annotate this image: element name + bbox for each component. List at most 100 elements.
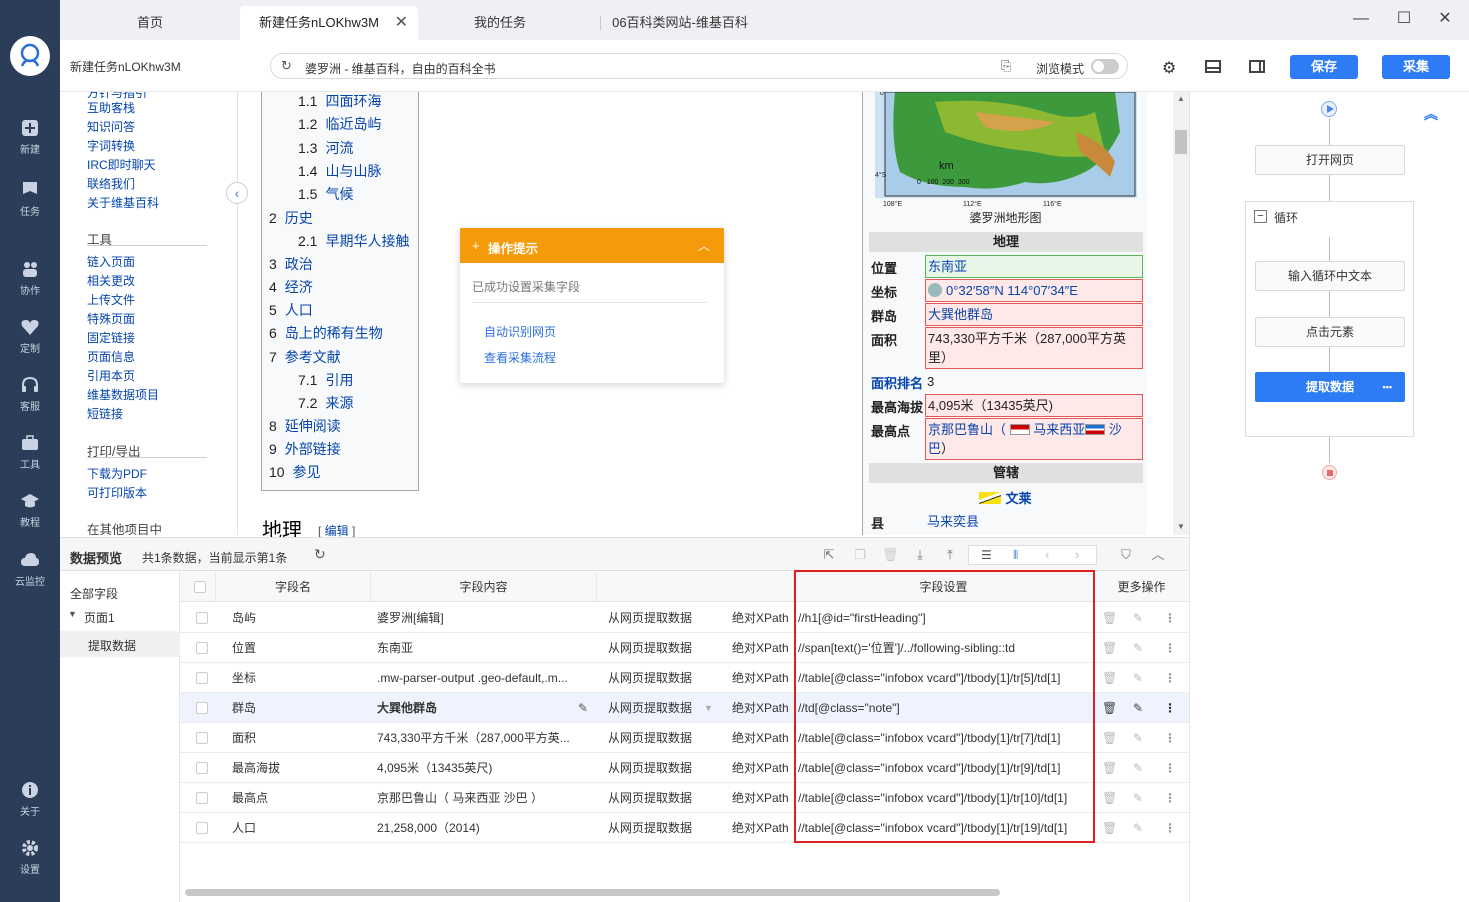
wiki-link[interactable]: 关于维基百科 bbox=[87, 194, 159, 211]
field-content-cell[interactable]: 大巽他群岛 bbox=[377, 693, 577, 723]
infobox-value-area[interactable]: 743,330平方千米（287,000平方英里） bbox=[925, 327, 1143, 369]
row-checkbox[interactable] bbox=[196, 612, 208, 624]
save-button[interactable]: 保存 bbox=[1290, 55, 1358, 79]
nav-new[interactable]: 新建 bbox=[0, 118, 60, 156]
tab-close-icon[interactable]: ✕ bbox=[395, 6, 408, 40]
source-cell[interactable]: 从网页提取数据 bbox=[608, 663, 718, 693]
row-xpath-edit-icon[interactable]: ✎ bbox=[1132, 761, 1144, 775]
row-delete-icon[interactable]: 🗑 bbox=[1102, 671, 1117, 685]
source-cell[interactable]: 从网页提取数据 bbox=[608, 603, 718, 633]
xpath-type-cell[interactable]: 绝对XPath bbox=[732, 723, 794, 753]
wiki-link[interactable]: 相关更改 bbox=[87, 272, 135, 289]
row-xpath-edit-icon[interactable]: ✎ bbox=[1132, 701, 1144, 715]
select-all-checkbox[interactable] bbox=[194, 581, 206, 593]
toc-item[interactable]: 7.1 引用 bbox=[298, 370, 353, 390]
row-checkbox[interactable] bbox=[196, 732, 208, 744]
toc-item[interactable]: 7.2 来源 bbox=[298, 393, 353, 413]
tree-expand-icon[interactable]: ▼ bbox=[68, 609, 77, 619]
collapse-panel-icon[interactable]: ︿ bbox=[1150, 547, 1166, 563]
row-more-icon[interactable]: ⋮ bbox=[1164, 671, 1176, 685]
toc-item[interactable]: 7 参考文献 bbox=[269, 347, 341, 367]
toc-item[interactable]: 5 人口 bbox=[269, 300, 313, 320]
filter-icon[interactable]: ⛉ bbox=[1118, 547, 1134, 563]
field-content-cell[interactable]: 4,095米（13435英尺) bbox=[377, 753, 577, 783]
toc-item[interactable]: 1.4 山与山脉 bbox=[298, 161, 381, 181]
field-name-cell[interactable]: 最高海拔 bbox=[232, 753, 362, 783]
horizontal-scrollbar[interactable] bbox=[185, 889, 1000, 896]
row-xpath-edit-icon[interactable]: ✎ bbox=[1132, 641, 1144, 655]
wiki-link[interactable]: 维基数据项目 bbox=[87, 386, 159, 403]
field-content-cell[interactable]: 婆罗洲[编辑] bbox=[377, 603, 577, 633]
wiki-link[interactable]: IRC即时聊天 bbox=[87, 156, 156, 173]
xpath-type-cell[interactable]: 绝对XPath bbox=[732, 663, 794, 693]
infobox-value-elevation[interactable]: 4,095米（13435英尺) bbox=[925, 394, 1143, 417]
refresh-icon[interactable]: ↻ bbox=[281, 58, 292, 74]
row-delete-icon[interactable]: 🗑 bbox=[1102, 701, 1117, 715]
row-more-icon[interactable]: ⋮ bbox=[1164, 701, 1176, 715]
nav-tools[interactable]: 工具 bbox=[0, 433, 60, 471]
nav-tutorial[interactable]: 教程 bbox=[0, 491, 60, 529]
xpath-type-cell[interactable]: 绝对XPath bbox=[732, 753, 794, 783]
list-view-icon[interactable]: ☰ bbox=[981, 548, 992, 562]
row-delete-icon[interactable]: 🗑 bbox=[1102, 641, 1117, 655]
infobox-value-archipelago[interactable]: 大巽他群岛 bbox=[925, 303, 1143, 326]
field-name-cell[interactable]: 群岛 bbox=[232, 693, 362, 723]
source-cell[interactable]: 从网页提取数据 bbox=[608, 783, 718, 813]
row-more-icon[interactable]: ⋮ bbox=[1164, 731, 1176, 745]
toc-item[interactable]: 3 政治 bbox=[269, 254, 313, 274]
toc-item[interactable]: 2.1 早期华人接触 bbox=[298, 231, 409, 251]
collapse-flow-icon[interactable]: ︽ bbox=[1424, 104, 1438, 124]
field-name-cell[interactable]: 最高点 bbox=[232, 783, 362, 813]
field-content-cell[interactable]: 743,330平方千米（287,000平方英... bbox=[377, 723, 577, 753]
section-edit-link[interactable]: 编辑 bbox=[325, 524, 349, 538]
row-xpath-edit-icon[interactable]: ✎ bbox=[1132, 791, 1144, 805]
xpath-type-cell[interactable]: 绝对XPath bbox=[732, 633, 794, 663]
next-icon[interactable]: › bbox=[1075, 547, 1079, 562]
page-icon[interactable]: ⎘ bbox=[1001, 58, 1011, 74]
refresh-data-icon[interactable]: ↻ bbox=[314, 546, 326, 563]
flow-node-extract[interactable]: 提取数据 ••• bbox=[1255, 372, 1405, 402]
collapse-sidebar-button[interactable]: ‹ bbox=[226, 182, 248, 204]
collapse-tip-icon[interactable]: ︿ bbox=[698, 237, 710, 254]
row-more-icon[interactable]: ⋮ bbox=[1164, 791, 1176, 805]
row-delete-icon[interactable]: 🗑 bbox=[1102, 731, 1117, 745]
row-checkbox[interactable] bbox=[196, 792, 208, 804]
field-name-cell[interactable]: 人口 bbox=[232, 813, 362, 843]
field-content-cell[interactable]: 21,258,000（2014) bbox=[377, 813, 577, 843]
close-window-icon[interactable]: ✕ bbox=[1436, 10, 1454, 28]
row-checkbox[interactable] bbox=[196, 762, 208, 774]
source-cell[interactable]: 从网页提取数据 bbox=[608, 723, 718, 753]
source-cell[interactable]: 从网页提取数据 bbox=[608, 693, 718, 723]
toc-item[interactable]: 8 延伸阅读 bbox=[269, 416, 341, 436]
wiki-link[interactable]: 上传文件 bbox=[87, 291, 135, 308]
wiki-link[interactable]: 字词转换 bbox=[87, 137, 135, 154]
flow-node-input-text[interactable]: 输入循环中文本 bbox=[1255, 261, 1405, 291]
xpath-type-cell[interactable]: 绝对XPath bbox=[732, 603, 794, 633]
row-more-icon[interactable]: ⋮ bbox=[1164, 761, 1176, 775]
nav-cloud-monitor[interactable]: 云监控 bbox=[0, 550, 60, 588]
field-name-cell[interactable]: 位置 bbox=[232, 633, 362, 663]
flow-node-open-page[interactable]: 打开网页 bbox=[1255, 145, 1405, 175]
wiki-link[interactable]: 引用本页 bbox=[87, 367, 135, 384]
more-dots-icon[interactable]: ••• bbox=[1383, 373, 1392, 401]
address-bar[interactable]: ↻ 婆罗洲 - 维基百科，自由的百科全书 ⎘ 浏览模式 bbox=[270, 53, 1128, 79]
wiki-link[interactable]: 联络我们 bbox=[87, 175, 135, 192]
view-flow-link[interactable]: 查看采集流程 bbox=[484, 349, 556, 366]
prev-icon[interactable]: ‹ bbox=[1045, 547, 1049, 562]
source-cell[interactable]: 从网页提取数据 bbox=[608, 633, 718, 663]
source-cell[interactable]: 从网页提取数据 bbox=[608, 813, 718, 843]
tab-wiki[interactable]: 06百科类网站-维基百科 bbox=[605, 6, 755, 40]
field-name-cell[interactable]: 岛屿 bbox=[232, 603, 362, 633]
nav-tasks[interactable]: 任务 bbox=[0, 180, 60, 218]
browse-mode-toggle[interactable] bbox=[1091, 59, 1119, 74]
row-xpath-edit-icon[interactable]: ✎ bbox=[1132, 731, 1144, 745]
app-logo[interactable] bbox=[10, 36, 50, 76]
source-cell[interactable]: 从网页提取数据 bbox=[608, 753, 718, 783]
wiki-link[interactable]: 特殊页面 bbox=[87, 310, 135, 327]
xpath-type-cell[interactable]: 绝对XPath bbox=[732, 693, 794, 723]
minimize-icon[interactable]: — bbox=[1352, 10, 1370, 28]
toc-item[interactable]: 10 参见 bbox=[269, 462, 321, 482]
infobox-value-county[interactable]: 马来奕县 bbox=[925, 511, 1143, 532]
row-more-icon[interactable]: ⋮ bbox=[1164, 611, 1176, 625]
tree-all-fields[interactable]: 全部字段 bbox=[70, 585, 118, 602]
